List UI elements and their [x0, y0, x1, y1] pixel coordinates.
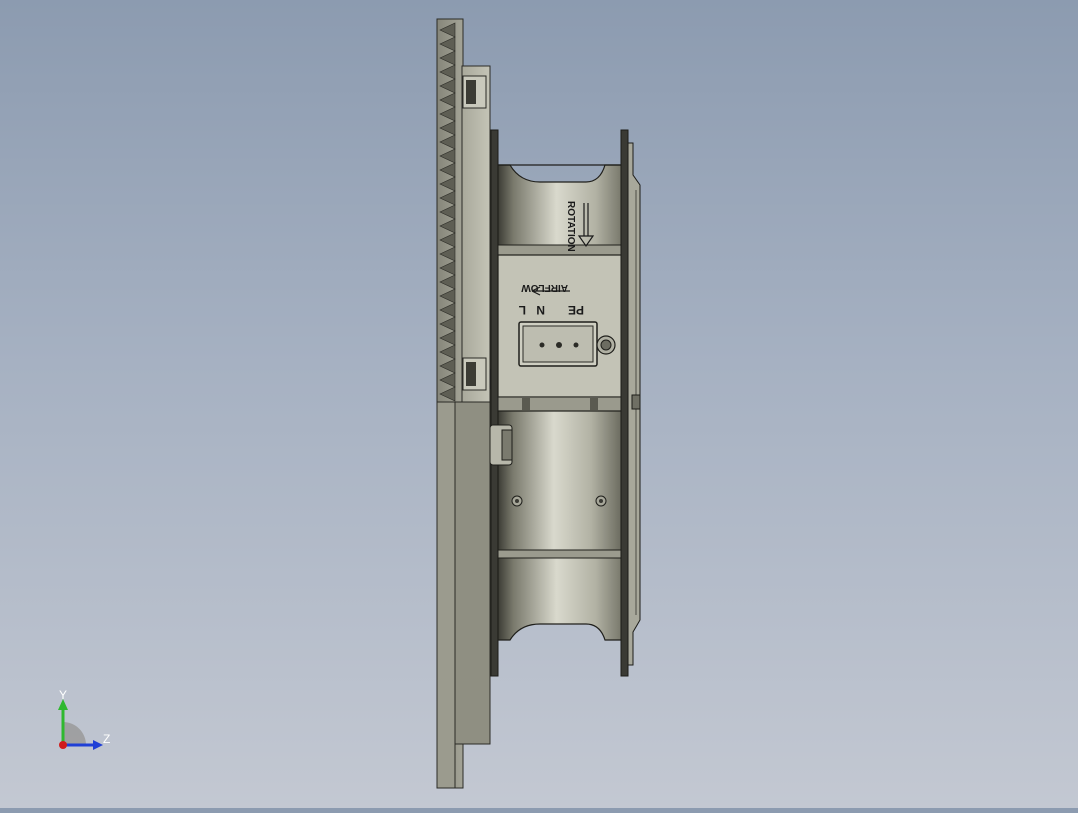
cad-viewport[interactable]: ROTATION AIRFLOW PE N L Y Z	[0, 0, 1078, 808]
mounting-plate	[490, 129, 499, 677]
airflow-label: AIRFLOW	[521, 282, 568, 293]
terminal-label-pe: PE	[568, 303, 584, 317]
terminal-pin-pe	[573, 342, 579, 348]
terminal-pin-n	[556, 342, 562, 348]
y-axis-label: Y	[59, 688, 67, 702]
fan-model-side-view[interactable]: ROTATION AIRFLOW PE N L Y Z	[0, 0, 1078, 808]
axis-triad[interactable]: Y Z	[58, 688, 110, 750]
terminal-pin-l	[539, 342, 545, 348]
x-axis-dot-icon	[59, 741, 67, 749]
z-axis-label: Z	[103, 732, 110, 746]
fan-housing	[489, 164, 629, 641]
z-axis-arrow-icon	[93, 740, 103, 750]
terminal-label-l: L	[519, 303, 526, 317]
rotation-label: ROTATION	[565, 201, 576, 252]
terminal-label-n: N	[536, 303, 545, 317]
impeller-guard	[620, 129, 641, 677]
